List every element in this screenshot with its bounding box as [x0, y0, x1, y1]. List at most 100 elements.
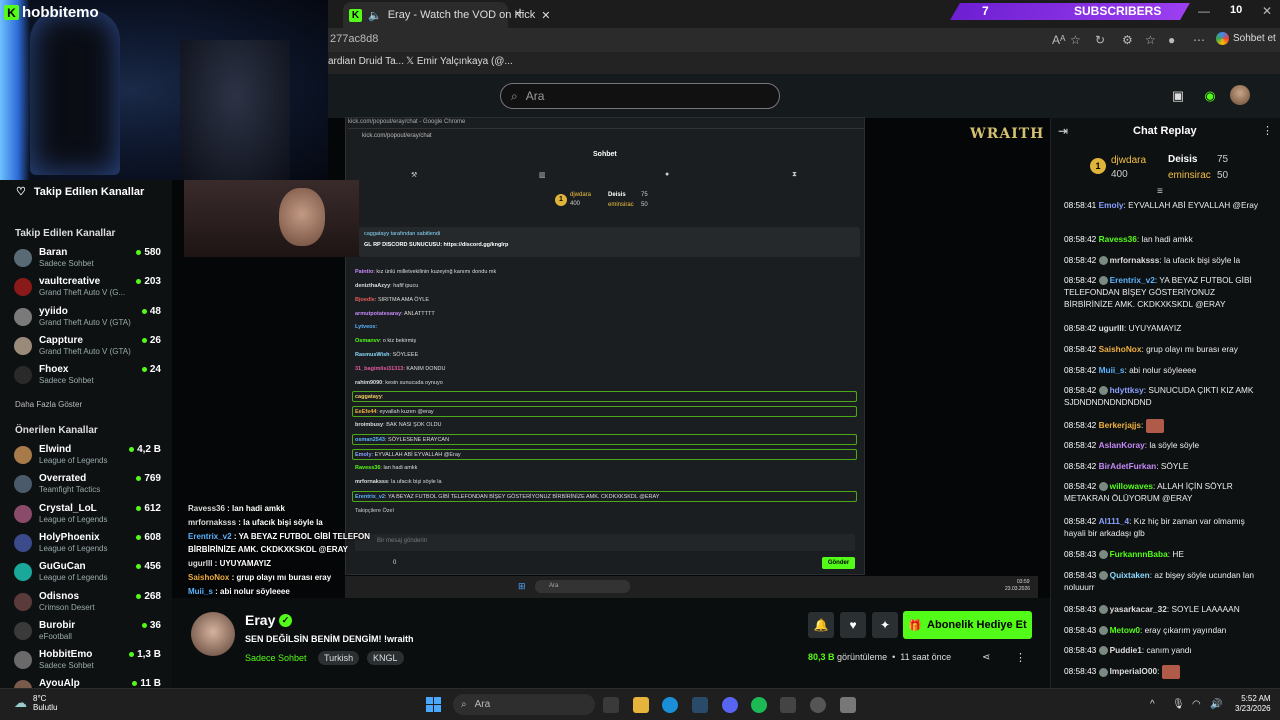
chat-username[interactable]: Quixtaken — [1110, 570, 1150, 580]
chat-username[interactable]: AslanKoray — [1099, 440, 1145, 450]
more-options-icon[interactable]: ⋮ — [1015, 651, 1026, 664]
steam-icon[interactable] — [692, 697, 708, 713]
volume-icon[interactable]: 🔊 — [1210, 699, 1222, 710]
sidebar-channel-item[interactable]: yyiido Grand Theft Auto V (GTA) 48 — [14, 306, 164, 332]
mic-icon[interactable]: 🎙 — [1172, 699, 1185, 710]
channel-name[interactable]: Eray — [245, 612, 275, 628]
chat-username[interactable]: Bjoedle — [355, 297, 375, 303]
bookmark-item[interactable]: ardian Druid Ta... — [328, 56, 404, 67]
chat-username[interactable]: Lytveox — [355, 324, 376, 330]
channel-avatar[interactable] — [191, 612, 235, 656]
system-clock[interactable]: 5:52 AM 3/23/2026 — [1235, 694, 1271, 714]
sidebar-channel-item[interactable]: GuGuCan League of Legends 456 — [14, 561, 164, 587]
browser-tab-active[interactable]: K 🔈 Eray - Watch the VOD on Kick ✕ — [343, 2, 550, 28]
heart-follow-icon[interactable]: ♥ — [840, 612, 866, 638]
tray-chevron-icon[interactable]: ^ — [1150, 699, 1155, 710]
search-input[interactable]: ⌕ Ara — [500, 83, 780, 109]
sparkle-icon[interactable]: ✦ — [872, 612, 898, 638]
sidebar-channel-item[interactable]: Burobir eFootball 36 — [14, 620, 164, 646]
chat-username[interactable]: Emoly — [1099, 200, 1124, 210]
more-icon[interactable]: ⋯ — [1193, 33, 1205, 47]
calculator-icon[interactable] — [840, 697, 856, 713]
terminal-icon[interactable] — [780, 697, 796, 713]
weather-widget[interactable]: ☁ 8°C Bulutlu — [14, 694, 57, 712]
share-icon[interactable]: ⋖ — [982, 652, 990, 663]
start-icon[interactable] — [426, 697, 441, 712]
sidebar-channel-item[interactable]: Overrated Teamfight Tactics 769 — [14, 473, 164, 499]
chat-username[interactable]: mrfornaksss — [1110, 255, 1160, 265]
sidebar-channel-item[interactable]: Odisnos Crimson Desert 268 — [14, 591, 164, 617]
chat-username[interactable]: hdyttksy — [1110, 385, 1144, 395]
chat-username[interactable]: RasmusWish — [355, 352, 390, 358]
chat-username[interactable]: Erentrix_v2 — [1110, 275, 1155, 285]
chat-username[interactable]: ImperialO00 — [1110, 666, 1158, 676]
notification-count[interactable]: 10 — [1230, 4, 1242, 16]
discord-icon[interactable] — [722, 697, 738, 713]
os-search-box[interactable]: ⌕ Ara — [453, 694, 595, 715]
show-more-link[interactable]: Daha Fazla Göster — [15, 400, 82, 409]
task-view-icon[interactable] — [603, 697, 619, 713]
chat-username[interactable]: FurkannnBaba — [1110, 549, 1168, 559]
chat-username[interactable]: Metow0 — [1110, 625, 1140, 635]
bell-icon[interactable]: 🔔 — [808, 612, 834, 638]
minimize-icon[interactable]: — — [1198, 4, 1210, 18]
chat-username[interactable]: Paintio — [355, 269, 373, 275]
url-text[interactable]: 277ac8d8 — [330, 33, 378, 45]
chat-username[interactable]: Ravess36 — [355, 465, 380, 471]
chat-username[interactable]: EeEfe44 — [355, 409, 376, 415]
read-aloud-icon[interactable]: Aᴬ — [1052, 33, 1065, 47]
chat-username[interactable]: Berkerjajjs — [1099, 420, 1141, 430]
chat-username[interactable]: caggatayy — [355, 394, 382, 400]
sidebar-channel-item[interactable]: Elwind League of Legends 4,2 B — [14, 444, 164, 470]
stream-category[interactable]: Sadece Sohbet — [245, 653, 307, 663]
speaker-icon[interactable]: 🔈 — [368, 9, 382, 22]
extensions-icon[interactable]: ⚙ — [1122, 33, 1133, 47]
chat-username[interactable]: Muii_s — [1099, 365, 1125, 375]
popout-send-button[interactable]: Gönder — [822, 557, 855, 569]
clip-icon[interactable]: ▣ — [1170, 88, 1186, 104]
tag-kngl[interactable]: KNGL — [367, 651, 404, 665]
new-tab-icon[interactable]: + — [512, 5, 528, 23]
chat-username[interactable]: broimbusy — [355, 422, 383, 428]
favorite-star-icon[interactable]: ☆ — [1070, 33, 1081, 47]
chat-username[interactable]: Osmanvv — [355, 338, 380, 344]
wifi-icon[interactable]: ◠ — [1192, 699, 1201, 710]
file-explorer-icon[interactable] — [633, 697, 649, 713]
close-tab-icon[interactable]: ✕ — [541, 9, 550, 22]
sidebar-channel-item[interactable]: HolyPhoenix League of Legends 608 — [14, 532, 164, 558]
chat-username[interactable]: osman2543 — [355, 437, 385, 443]
edge-icon[interactable] — [662, 697, 678, 713]
chat-username[interactable]: mrfornaksss — [355, 479, 388, 485]
spotify-icon[interactable] — [751, 697, 767, 713]
chat-username[interactable]: willowaves — [1110, 481, 1153, 491]
sidebar-channel-item[interactable]: Fhoex Sadece Sohbet 24 — [14, 364, 164, 390]
sidebar-channel-item[interactable]: Crystal_LoL League of Legends 612 — [14, 503, 164, 529]
chat-options-icon[interactable]: ⋮ — [1262, 124, 1273, 137]
chat-username[interactable]: ugurlll — [1099, 323, 1124, 333]
leaderboard-toggle-icon[interactable]: ≡ — [1157, 186, 1163, 197]
chat-username[interactable]: rahim9090 — [355, 380, 382, 386]
chat-username[interactable]: Emoly — [355, 452, 372, 458]
close-window-icon[interactable]: ✕ — [1262, 4, 1272, 18]
followed-channels-header[interactable]: ♡ Takip Edilen Kanallar — [16, 185, 144, 199]
chat-username[interactable]: Puddie1 — [1110, 645, 1142, 655]
chat-username[interactable]: BirAdetFurkan — [1099, 461, 1157, 471]
sidebar-channel-item[interactable]: Cappture Grand Theft Auto V (GTA) 26 — [14, 335, 164, 361]
copilot-chat-button[interactable]: Sohbet et — [1216, 32, 1276, 45]
profile-icon[interactable]: ● — [1168, 33, 1175, 47]
chat-username[interactable]: 31_bagimlisi31313 — [355, 366, 403, 372]
tag-turkish[interactable]: Turkish — [318, 651, 360, 665]
chat-username[interactable]: yasarkacar_32 — [1110, 604, 1167, 614]
gift-subscription-button[interactable]: 🎁 Abonelik Hediye Et — [903, 611, 1032, 639]
bookmark-item[interactable]: 𝕏 Emir Yalçınkaya (@... — [406, 56, 513, 67]
chat-username[interactable]: denizthaAzyy — [355, 283, 390, 289]
chat-username[interactable]: armutpotatesaray — [355, 311, 401, 317]
refresh-icon[interactable]: ↻ — [1095, 33, 1105, 47]
collapse-chat-icon[interactable]: ⇥ — [1058, 124, 1068, 138]
favorites-icon[interactable]: ☆ — [1145, 33, 1156, 47]
user-avatar[interactable] — [1230, 85, 1250, 105]
kick-icon[interactable]: ◉ — [1202, 88, 1218, 104]
obs-icon[interactable] — [810, 697, 826, 713]
chat-username[interactable]: Al111_4 — [1099, 516, 1129, 526]
chat-username[interactable]: Erentrix_v2 — [355, 494, 385, 500]
